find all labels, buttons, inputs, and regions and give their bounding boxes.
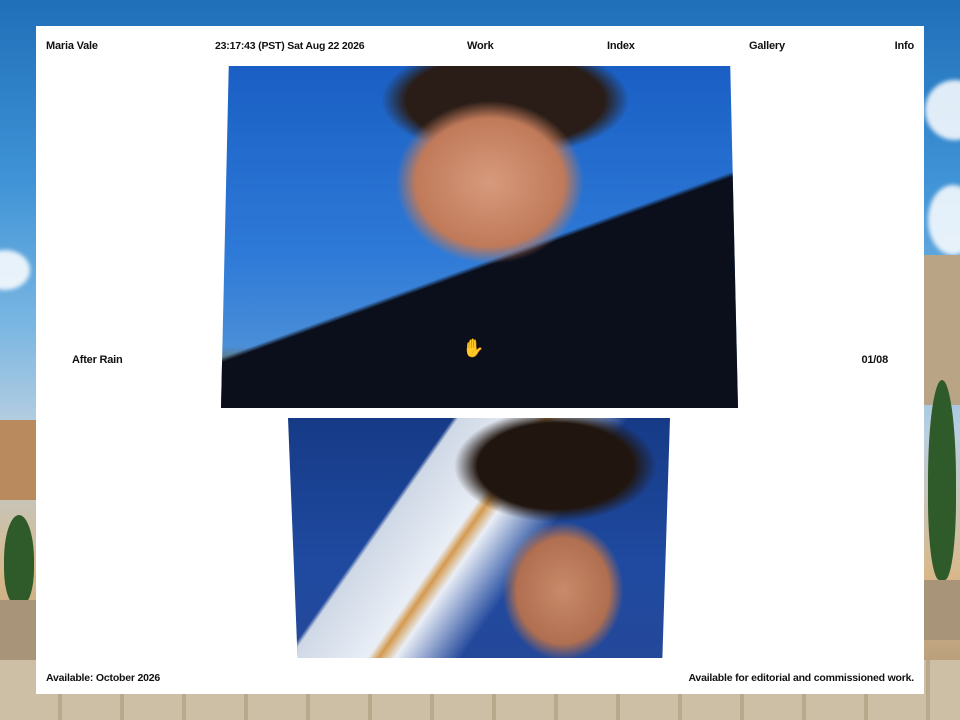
background-tree	[4, 515, 34, 605]
availability-note: Available for editorial and commissioned…	[688, 672, 914, 684]
main-panel: Maria Vale 23:17:43 (PST) Sat Aug 22 202…	[36, 26, 924, 694]
background-wall	[0, 600, 36, 660]
nav-index-link[interactable]: Index	[607, 39, 635, 53]
site-name-link[interactable]: Maria Vale	[46, 39, 98, 53]
nav-work-link[interactable]: Work	[467, 39, 494, 53]
project-title: After Rain	[72, 354, 123, 366]
nav-gallery-link[interactable]: Gallery	[749, 39, 785, 53]
clock-readout: 23:17:43 (PST) Sat Aug 22 2026	[215, 40, 365, 52]
background-wall	[924, 580, 960, 640]
background-building	[0, 420, 36, 500]
gallery-photo-profile[interactable]	[288, 418, 670, 658]
availability-date: Available: October 2026	[46, 672, 161, 684]
background-tree	[928, 380, 956, 580]
nav-info-link[interactable]: Info	[895, 39, 915, 53]
slide-counter: 01/08	[861, 354, 888, 366]
hand-cursor-icon: ✋	[462, 338, 485, 358]
